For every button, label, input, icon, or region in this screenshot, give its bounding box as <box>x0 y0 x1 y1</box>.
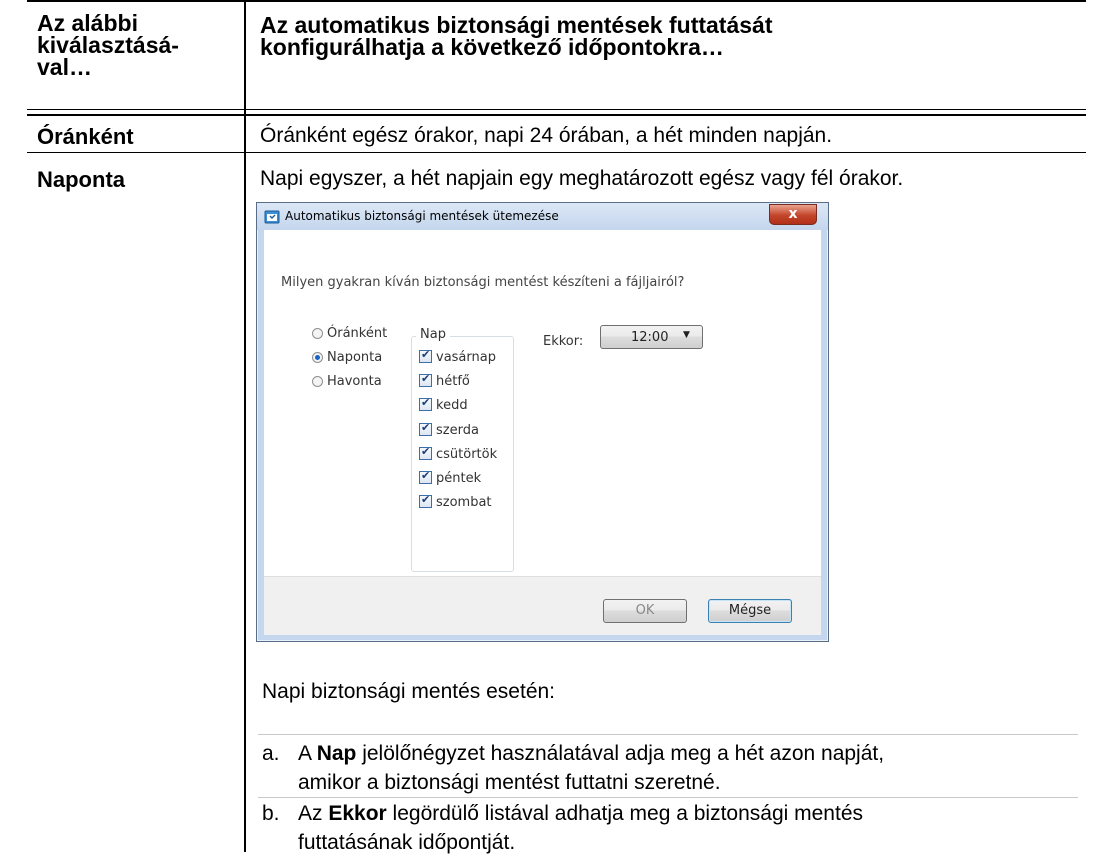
dialog-body: Milyen gyakran kíván biztonsági mentést … <box>264 230 821 576</box>
time-label: Ekkor: <box>543 334 584 349</box>
header-left-line: kiválasztásá- <box>37 32 179 58</box>
radio-label: Óránként <box>327 326 388 341</box>
close-icon[interactable]: x <box>769 204 817 225</box>
chevron-down-icon: ▼ <box>683 330 690 340</box>
time-dropdown[interactable]: 12:00 ▼ <box>600 325 703 349</box>
radio-hourly[interactable]: Óránként <box>312 326 387 341</box>
ok-button[interactable]: OK <box>603 599 687 623</box>
checkbox-sunday[interactable]: vasárnap <box>419 348 496 365</box>
backup-schedule-icon <box>264 210 280 224</box>
list-text-part: A <box>298 742 317 765</box>
checkbox-label: csütörtök <box>436 447 498 462</box>
schedule-dialog: Automatikus biztonsági mentések ütemezés… <box>256 202 829 642</box>
list-text-line2: amikor a biztonsági mentést futtatni sze… <box>298 771 721 794</box>
header-right: Az automatikus biztonsági mentések futta… <box>260 12 773 60</box>
row-label-hourly: Óránként <box>37 124 134 149</box>
checkbox-checked-icon <box>419 396 432 411</box>
row-label-daily: Naponta <box>37 167 125 192</box>
dialog-title-bar: Automatikus biztonsági mentések ütemezés… <box>257 203 828 230</box>
list-text-part: jelölőnégyzet használatával adja meg a h… <box>356 742 885 765</box>
radio-label: Havonta <box>327 374 382 389</box>
checkbox-friday[interactable]: péntek <box>419 469 482 486</box>
time-value: 12:00 <box>631 330 669 345</box>
row-text-daily: Napi egyszer, a hét napjain egy meghatár… <box>260 167 904 190</box>
day-group-label: Nap <box>416 327 450 342</box>
checkbox-checked-icon <box>419 421 432 436</box>
header-right-line: Az automatikus biztonsági mentések futta… <box>260 12 773 38</box>
dialog-question: Milyen gyakran kíván biztonsági mentést … <box>281 275 685 290</box>
checkbox-thursday[interactable]: csütörtök <box>419 445 498 462</box>
table-row-rule <box>27 152 1086 153</box>
table-header-rule-2 <box>27 114 1086 116</box>
radio-label: Naponta <box>327 350 383 365</box>
checkbox-label: kedd <box>436 398 468 413</box>
checkbox-label: szerda <box>436 423 479 438</box>
checkbox-checked-icon <box>419 469 432 484</box>
checkbox-label: szombat <box>436 495 492 510</box>
header-left-line: Az alábbi <box>37 10 138 36</box>
table-header-rule <box>27 109 1086 110</box>
list-text: Az Ekkor legördülő listával adhatja meg … <box>298 799 1098 857</box>
list-text-bold: Nap <box>316 742 357 765</box>
row-text-hourly: Óránként egész órakor, napi 24 órában, a… <box>260 124 833 147</box>
checkbox-saturday[interactable]: szombat <box>419 493 492 510</box>
header-left: Az alábbi kiválasztásá- val… <box>37 10 179 80</box>
checkbox-checked-icon <box>419 493 432 508</box>
radio-icon <box>312 328 323 339</box>
cancel-button[interactable]: Mégse <box>708 599 792 623</box>
checkbox-checked-icon <box>419 348 432 363</box>
checkbox-label: vasárnap <box>436 350 496 365</box>
table-column-divider <box>244 0 246 852</box>
list-text-part: legördülő listával adhatja meg a biztons… <box>386 802 864 825</box>
list-divider <box>258 734 1078 735</box>
checkbox-tuesday[interactable]: kedd <box>419 396 468 413</box>
instructions-intro: Napi biztonsági mentés esetén: <box>262 680 556 703</box>
list-marker: b. <box>262 802 280 825</box>
radio-daily[interactable]: Naponta <box>312 350 382 365</box>
radio-selected-icon <box>312 352 323 363</box>
list-divider <box>258 797 1078 798</box>
dialog-title: Automatikus biztonsági mentések ütemezés… <box>285 209 559 223</box>
checkbox-checked-icon <box>419 372 432 387</box>
checkbox-checked-icon <box>419 445 432 460</box>
list-marker: a. <box>262 742 280 765</box>
checkbox-label: hétfő <box>436 374 470 389</box>
list-text-bold: Ekkor <box>328 802 387 825</box>
list-text-line2: futtatásának időpontját. <box>298 831 516 854</box>
checkbox-label: péntek <box>436 471 482 486</box>
radio-icon <box>312 376 323 387</box>
list-text: A Nap jelölőnégyzet használatával adja m… <box>298 739 1098 797</box>
header-left-line: val… <box>37 54 92 80</box>
radio-monthly[interactable]: Havonta <box>312 374 382 389</box>
table-top-rule <box>27 0 1086 2</box>
header-right-line: konfigurálhatja a következő időpontokra… <box>260 34 724 60</box>
checkbox-wednesday[interactable]: szerda <box>419 421 479 438</box>
list-text-part: Az <box>298 802 329 825</box>
checkbox-monday[interactable]: hétfő <box>419 372 470 389</box>
